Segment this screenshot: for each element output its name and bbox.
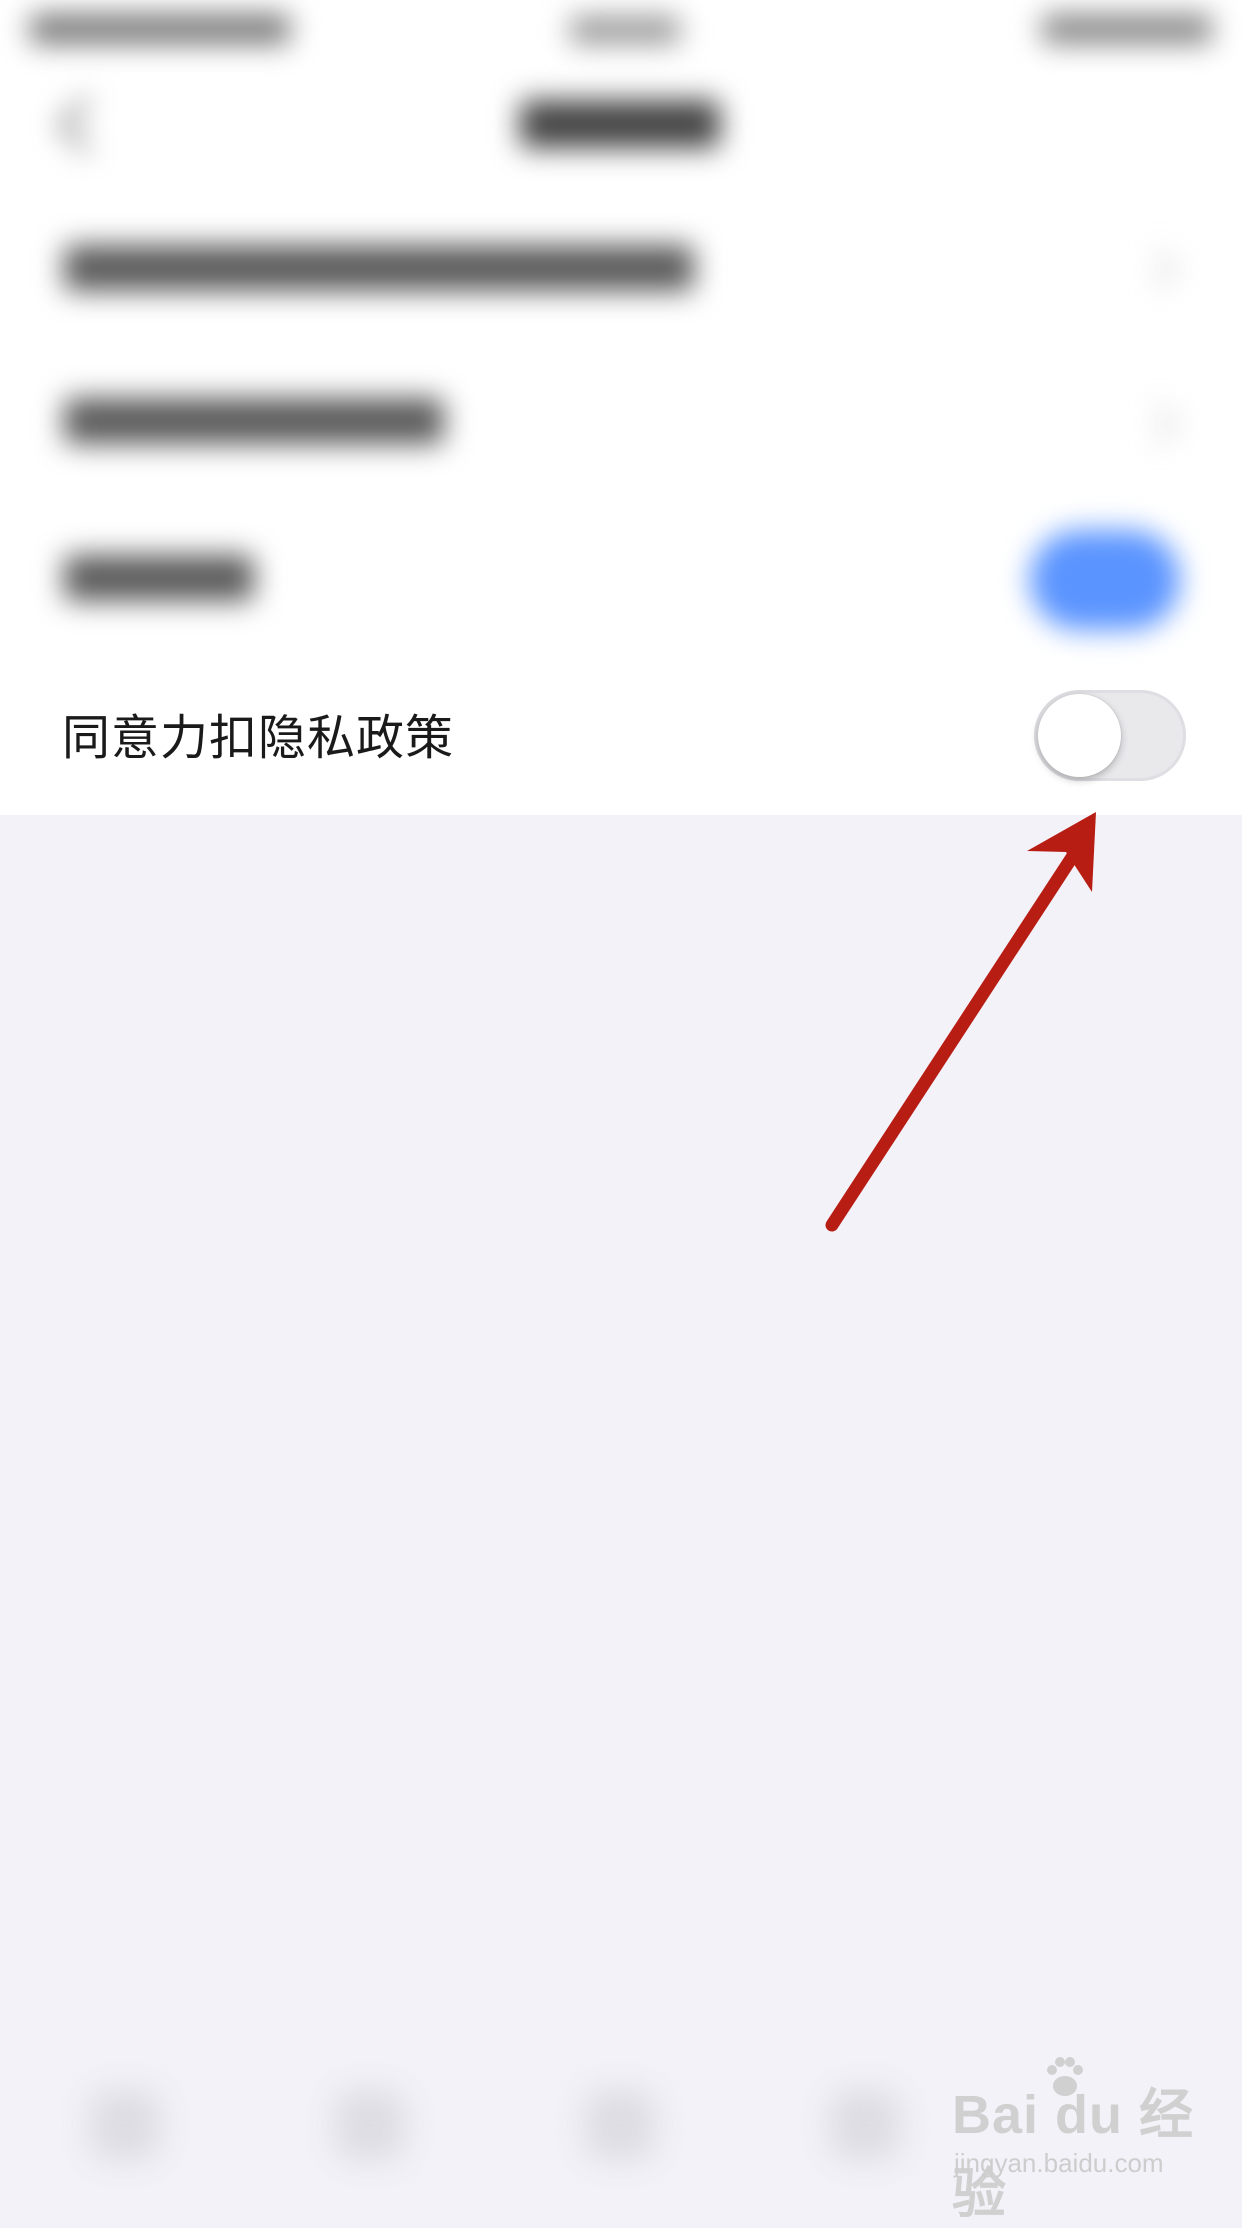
privacy-policy-row: 同意力扣隐私政策 xyxy=(0,690,1242,815)
settings-row-2[interactable] xyxy=(64,398,444,444)
tab-icon-3[interactable] xyxy=(585,2090,655,2160)
page-title xyxy=(520,100,720,148)
privacy-policy-toggle[interactable] xyxy=(1034,690,1186,781)
back-icon[interactable] xyxy=(57,96,115,154)
blurred-content xyxy=(0,0,1242,690)
toggle-knob xyxy=(1038,694,1121,777)
status-battery xyxy=(1042,14,1212,44)
settings-row-1[interactable] xyxy=(64,245,694,291)
privacy-policy-label: 同意力扣隐私政策 xyxy=(62,710,455,766)
status-time xyxy=(570,16,680,44)
status-carrier xyxy=(30,14,290,44)
tab-icon-2[interactable] xyxy=(335,2090,405,2160)
baidu-jingyan-watermark: Bai du 经验 jingyan.baidu.com xyxy=(950,2057,1230,2224)
status-bar xyxy=(0,0,1242,60)
chevron-right-icon xyxy=(1138,404,1178,444)
settings-toggle-on[interactable] xyxy=(1030,530,1180,630)
tab-icon-1[interactable] xyxy=(90,2090,160,2160)
watermark-url: jingyan.baidu.com xyxy=(954,2148,1164,2178)
blurred-settings-area xyxy=(0,0,1242,690)
settings-row-3 xyxy=(64,555,254,601)
tab-icon-4[interactable] xyxy=(830,2090,900,2160)
chevron-right-icon xyxy=(1138,249,1178,289)
